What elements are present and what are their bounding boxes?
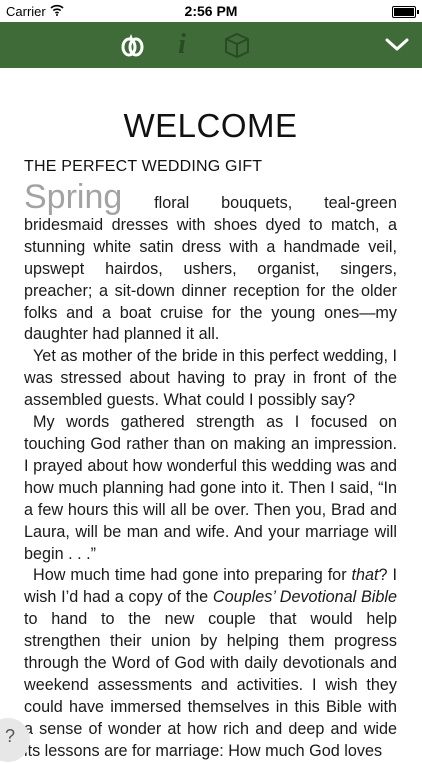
paragraph: Yet as mother of the bride in this perfe… (24, 347, 397, 410)
help-icon: ? (5, 726, 16, 746)
battery-icon (392, 6, 419, 18)
drop-word: Spring (24, 178, 123, 216)
paragraph: Spring floral bouquets, teal-green bride… (24, 178, 397, 344)
page-title: WELCOME (123, 107, 298, 144)
rings-icon[interactable] (118, 30, 148, 60)
paragraph: My words gathered strength as I focused … (24, 413, 397, 563)
article-subtitle: THE PERFECT WEDDING GIFT (24, 158, 263, 175)
status-bar: Carrier 2:56 PM (0, 0, 422, 22)
article: WELCOME THE PERFECT WEDDING GIFT Spring … (24, 68, 397, 763)
article-body: Spring floral bouquets, teal-green bride… (24, 178, 397, 763)
box-icon[interactable] (222, 30, 252, 60)
top-toolbar: i (0, 22, 422, 68)
clock: 2:56 PM (184, 3, 238, 19)
info-glyph: i (178, 29, 186, 60)
chevron-down-icon[interactable] (382, 30, 412, 60)
info-icon[interactable]: i (170, 30, 194, 60)
paragraph: How much time had gone into preparing fo… (24, 566, 397, 760)
